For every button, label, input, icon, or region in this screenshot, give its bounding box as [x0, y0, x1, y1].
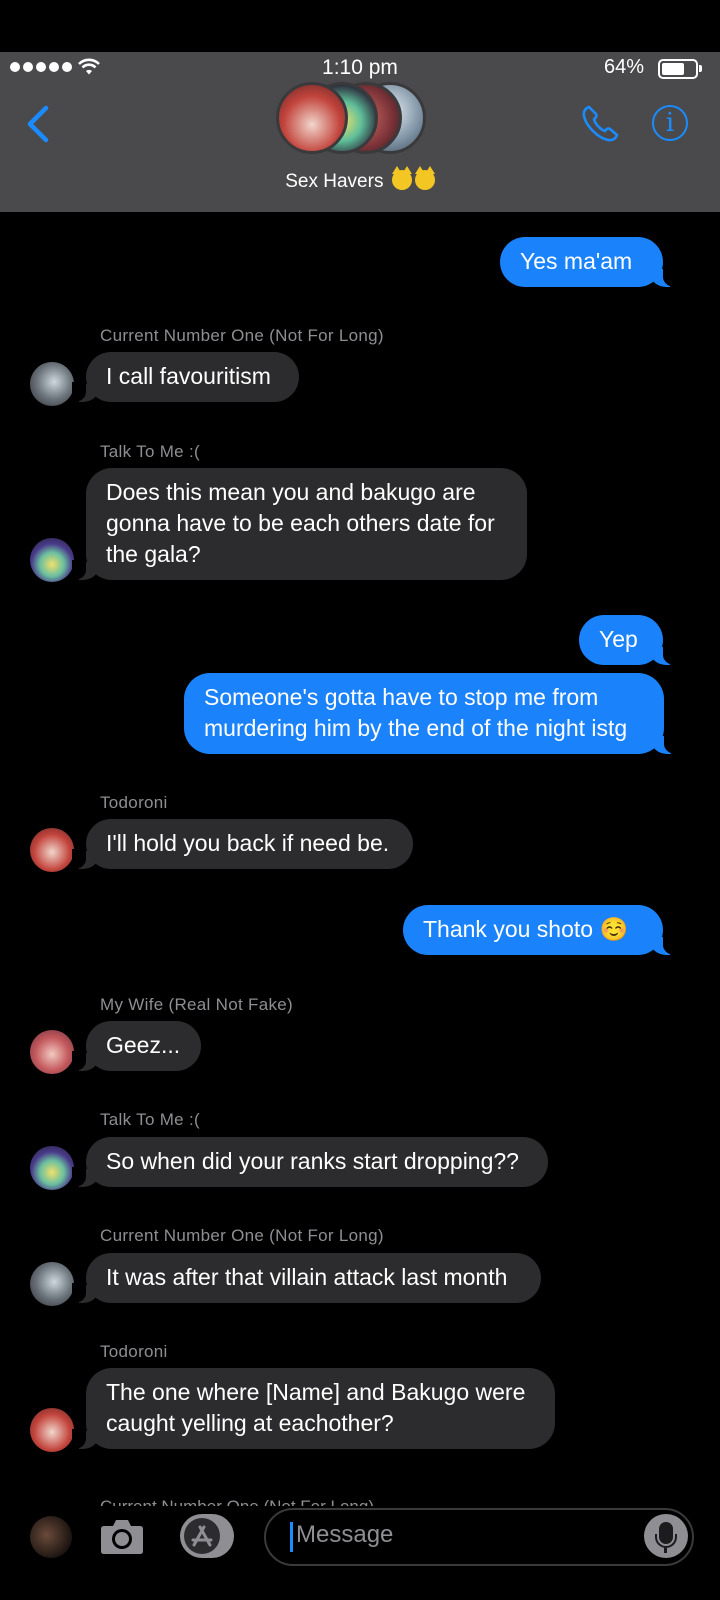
sender-name: Talk To Me :( — [100, 442, 200, 461]
group-title[interactable]: Sex Havers — [0, 166, 720, 193]
group-avatar-stack[interactable] — [276, 82, 442, 162]
sender-avatar[interactable] — [30, 1146, 74, 1190]
sender-name: Current Number One (Not For Long) — [100, 1226, 384, 1245]
sender-avatar[interactable] — [30, 1408, 74, 1452]
incoming-message[interactable]: I call favouritism — [72, 352, 299, 402]
app-store-button[interactable] — [180, 1514, 234, 1558]
battery-icon — [658, 59, 702, 79]
sender-name: Todoroni — [100, 1342, 168, 1361]
text-cursor — [290, 1522, 293, 1552]
outgoing-message[interactable]: Someone's gotta have to stop me from mur… — [184, 673, 678, 754]
cat-emoji-icon — [391, 166, 412, 190]
app-store-glyph-icon — [191, 1525, 213, 1547]
app-store-icon — [184, 1518, 220, 1554]
sender-name: My Wife (Real Not Fake) — [100, 995, 293, 1014]
message-placeholder: Message — [296, 1521, 394, 1548]
outgoing-message[interactable]: Yep — [579, 615, 677, 665]
message-input[interactable]: Message — [264, 1508, 694, 1566]
group-member-avatar — [276, 82, 348, 154]
sender-name: Current Number One (Not For Long) — [100, 326, 384, 345]
sender-avatar[interactable] — [30, 1030, 74, 1074]
back-chevron-icon[interactable] — [24, 104, 54, 144]
sender-name: Current Number One (Not For Long) — [100, 1496, 374, 1506]
camera-icon[interactable] — [100, 1516, 144, 1556]
memoji-avatar[interactable] — [30, 1516, 72, 1558]
cat-emoji-icon — [414, 166, 435, 190]
status-bar: 1:10 pm 64% — [0, 54, 720, 82]
sender-name: Todoroni — [100, 793, 168, 812]
microphone-icon[interactable] — [644, 1514, 688, 1558]
incoming-message[interactable]: The one where [Name] and Bakugo were cau… — [72, 1368, 555, 1449]
incoming-message[interactable]: It was after that villain attack last mo… — [72, 1253, 541, 1303]
sender-avatar[interactable] — [30, 828, 74, 872]
info-icon[interactable]: i — [652, 105, 688, 141]
incoming-message[interactable]: Does this mean you and bakugo are gonna … — [72, 468, 527, 580]
incoming-message[interactable]: Geez... — [72, 1021, 201, 1071]
sender-avatar[interactable] — [30, 362, 74, 406]
sender-avatar[interactable] — [30, 538, 74, 582]
outgoing-message[interactable]: Yes ma'am — [500, 237, 677, 287]
battery-percentage: 64% — [603, 56, 644, 78]
sender-avatar[interactable] — [30, 1262, 74, 1306]
incoming-message[interactable]: I'll hold you back if need be. — [72, 819, 413, 869]
group-title-text: Sex Havers — [285, 171, 384, 192]
top-black-band — [0, 0, 720, 52]
sender-name: Talk To Me :( — [100, 1110, 200, 1129]
incoming-message[interactable]: So when did your ranks start dropping?? — [72, 1137, 548, 1187]
phone-icon[interactable] — [580, 104, 620, 144]
outgoing-message[interactable]: Thank you shoto ☺️ — [403, 905, 677, 955]
